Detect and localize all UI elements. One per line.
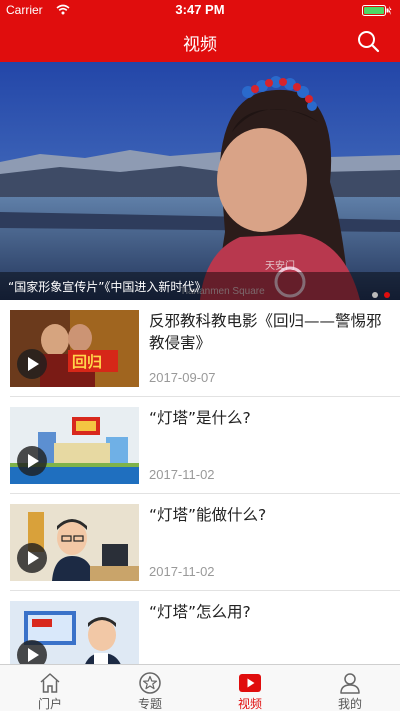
video-title: “灯塔”能做什么? [149, 506, 267, 524]
video-date: 2017-09-07 [149, 370, 216, 385]
play-button[interactable] [17, 640, 47, 664]
home-icon [40, 673, 60, 693]
play-button[interactable] [17, 349, 47, 379]
tab-label: 门户 [37, 697, 62, 711]
play-icon [239, 674, 261, 692]
page-title: 视频 [183, 35, 217, 55]
tab-portal[interactable]: 门户 [0, 665, 100, 711]
video-thumbnail[interactable]: 回归 [10, 310, 139, 387]
video-title: “灯塔”是什么? [149, 409, 251, 427]
tab-label: 我的 [337, 697, 362, 711]
user-icon [340, 673, 360, 694]
video-list[interactable]: 回归 反邪教科教电影《回归——警惕邪教侵害》 2017-09-07 “灯塔”是什… [0, 300, 400, 664]
tab-bar: 门户 专题 视频 我的 [0, 664, 400, 711]
banner-image: 天安门 Tiananmen Square [0, 62, 400, 300]
video-list-item[interactable]: “灯塔”怎么用? 2017-11-02 [0, 591, 400, 664]
video-title: 反邪教科教电影《回归——警惕邪教侵害》 [149, 312, 382, 352]
play-button[interactable] [17, 446, 47, 476]
nav-bar: 视频 [0, 20, 400, 62]
battery-icon [362, 5, 392, 16]
tab-label: 视频 [237, 697, 262, 711]
play-button[interactable] [17, 543, 47, 573]
video-title: “灯塔”怎么用? [149, 603, 251, 621]
banner-caption: “国家形象宣传片”《中国进入新时代》 [8, 280, 207, 294]
banner-watermark: 天安门 [265, 259, 295, 272]
svg-text:回归: 回归 [72, 353, 102, 371]
video-list-item[interactable]: “灯塔”能做什么? 2017-11-02 [0, 494, 400, 591]
tab-topics[interactable]: 专题 [100, 665, 200, 711]
video-date: 2017-11-02 [149, 564, 215, 579]
video-list-item[interactable]: “灯塔”是什么? 2017-11-02 [0, 397, 400, 494]
tab-mine[interactable]: 我的 [300, 665, 400, 711]
video-thumbnail[interactable] [10, 601, 139, 664]
video-thumbnail[interactable] [10, 407, 139, 484]
carousel-dot-active[interactable] [384, 292, 390, 298]
video-thumbnail[interactable] [10, 504, 139, 581]
banner-caption-bar: “国家形象宣传片”《中国进入新时代》 [0, 272, 400, 300]
search-icon[interactable] [356, 29, 380, 53]
video-list-item[interactable]: 回归 反邪教科教电影《回归——警惕邪教侵害》 2017-09-07 [0, 300, 400, 397]
video-date: 2017-11-02 [149, 467, 215, 482]
banner-carousel[interactable]: 天安门 Tiananmen Square “国家形象宣传片”《中国进入新时代》 [0, 62, 400, 300]
carousel-dot[interactable] [372, 292, 378, 298]
tab-label: 专题 [137, 697, 162, 711]
carousel-dots [366, 283, 390, 300]
star-icon [139, 672, 161, 694]
status-time: 3:47 PM [175, 2, 225, 17]
tab-video[interactable]: 视频 [200, 665, 300, 711]
status-bar: Carrier 3:47 PM [0, 0, 400, 20]
